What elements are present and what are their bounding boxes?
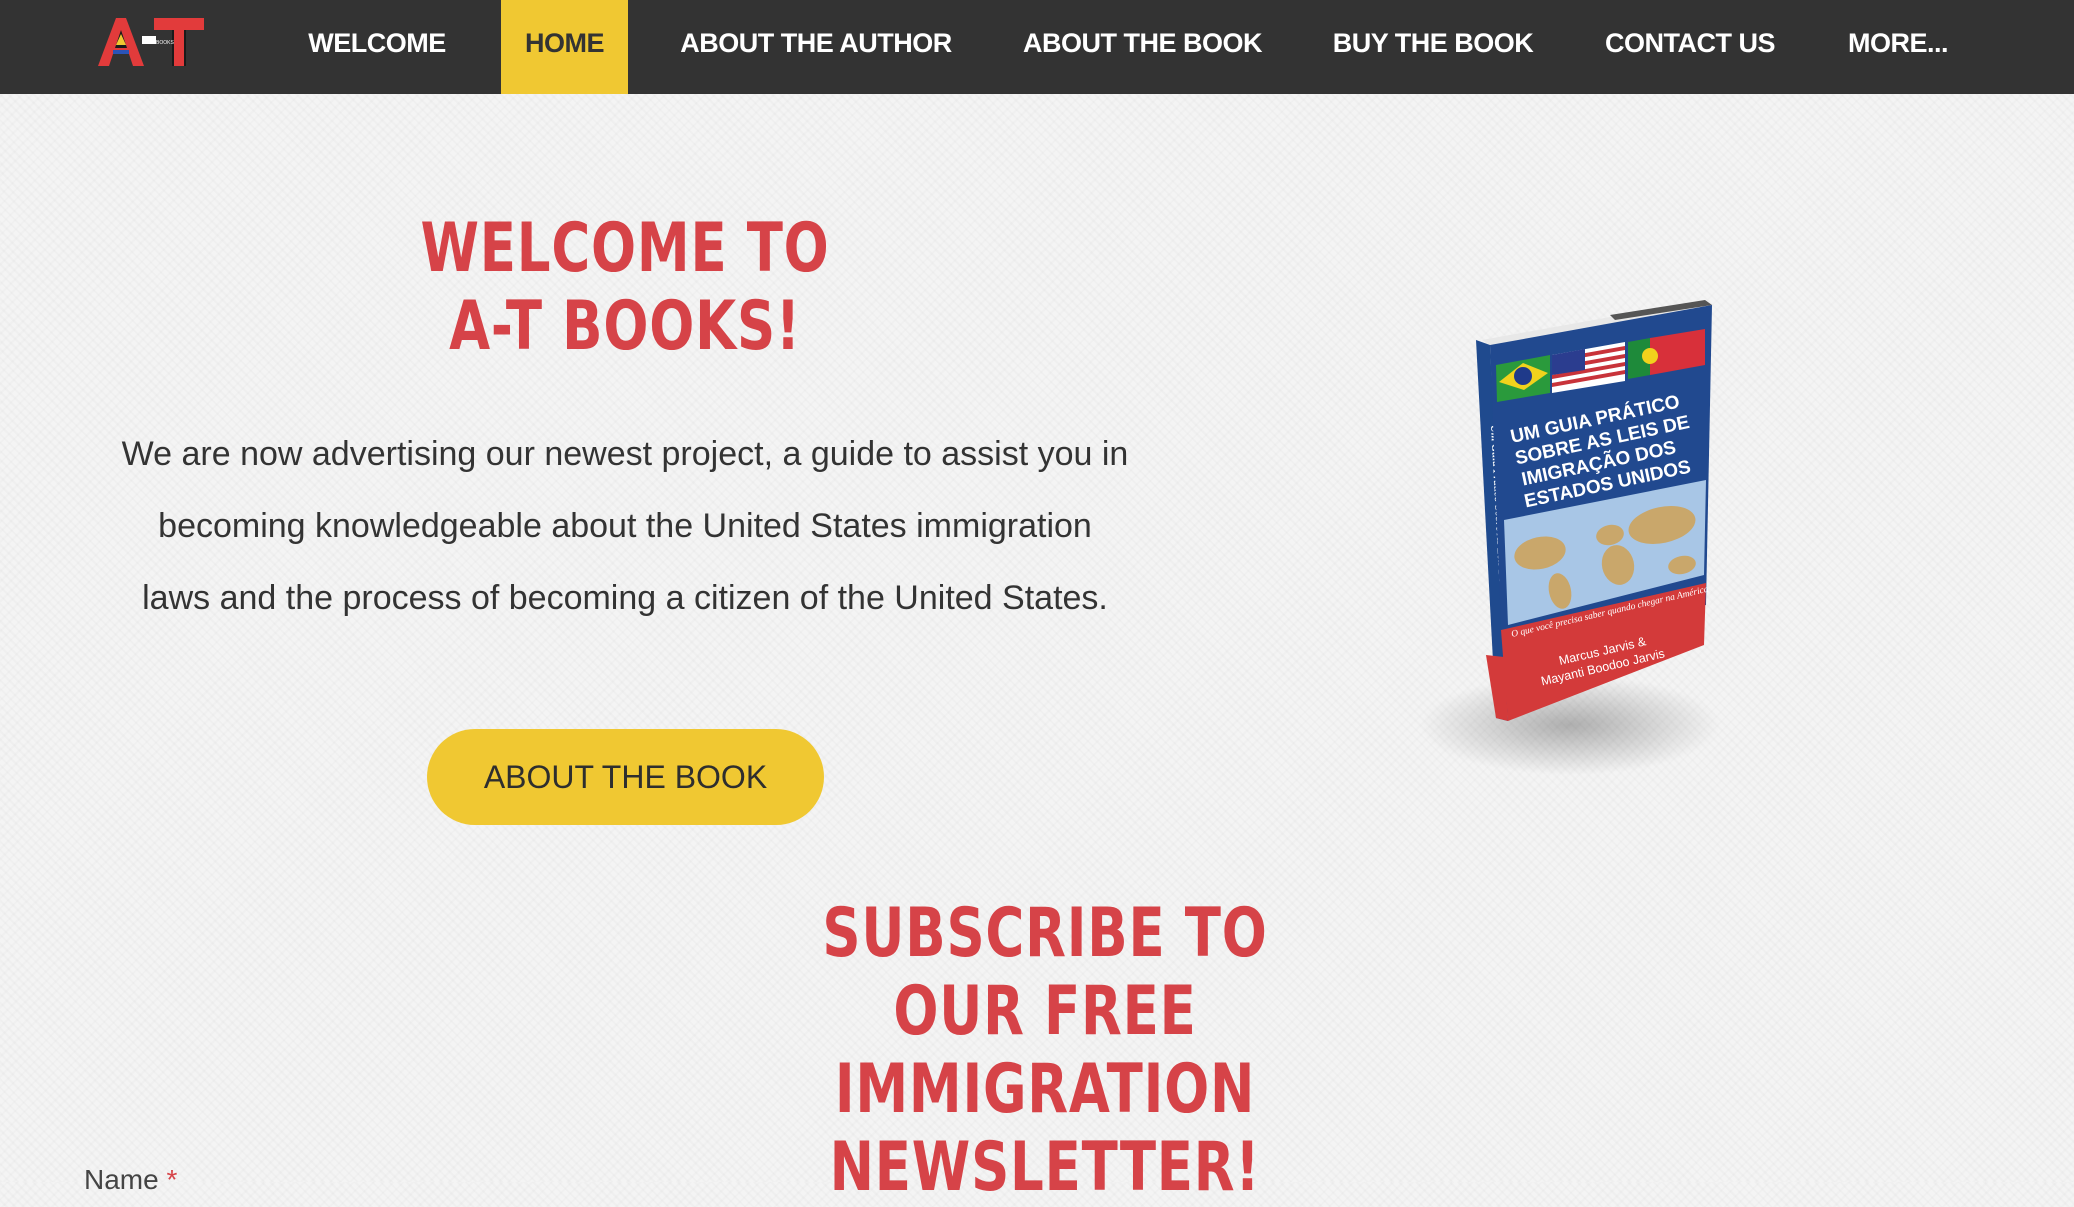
- book-cover-image[interactable]: Um Guia Prático Sobre As Leis De UM GUIA…: [1400, 285, 1780, 795]
- nav-item-home[interactable]: HOME: [501, 0, 628, 94]
- nav-item-about-the-author[interactable]: ABOUT THE AUTHOR: [668, 0, 964, 94]
- subscribe-heading: SUBSCRIBE TO OUR FREE IMMIGRATION NEWSLE…: [714, 895, 1377, 1207]
- top-navigation-bar: BOOKS WELCOME HOME ABOUT THE AUTHOR ABOU…: [0, 0, 2074, 94]
- about-the-book-button[interactable]: ABOUT THE BOOK: [427, 729, 824, 825]
- nav-item-contact-us[interactable]: CONTACT US: [1591, 0, 1789, 94]
- name-field-label: Name *: [84, 1164, 177, 1196]
- subscribe-heading-line-1: SUBSCRIBE TO: [822, 894, 1268, 973]
- nav-item-more[interactable]: MORE...: [1836, 0, 1960, 94]
- subscribe-heading-line-3: IMMIGRATION NEWSLETTER!: [829, 1050, 1261, 1207]
- welcome-heading-line-2: A-T BOOKS!: [449, 287, 801, 366]
- welcome-heading-line-1: WELCOME TO: [420, 209, 830, 288]
- intro-line-1: We are now advertising our newest projec…: [121, 435, 1129, 473]
- site-logo[interactable]: BOOKS: [96, 10, 208, 70]
- nav-item-welcome[interactable]: WELCOME: [288, 0, 466, 94]
- logo-subtext: BOOKS: [156, 40, 174, 46]
- welcome-heading: WELCOME TO A-T BOOKS!: [395, 210, 855, 366]
- nav-item-buy-the-book[interactable]: BUY THE BOOK: [1322, 0, 1544, 94]
- nav-item-about-the-book[interactable]: ABOUT THE BOOK: [1005, 0, 1280, 94]
- intro-paragraph: We are now advertising our newest projec…: [95, 418, 1155, 634]
- subscribe-heading-line-2: OUR FREE: [893, 972, 1197, 1051]
- intro-line-3: laws and the process of becoming a citiz…: [142, 579, 1108, 617]
- name-label-text: Name: [84, 1164, 159, 1195]
- intro-line-2: becoming knowledgeable about the United …: [158, 507, 1092, 545]
- required-asterisk: *: [166, 1164, 178, 1195]
